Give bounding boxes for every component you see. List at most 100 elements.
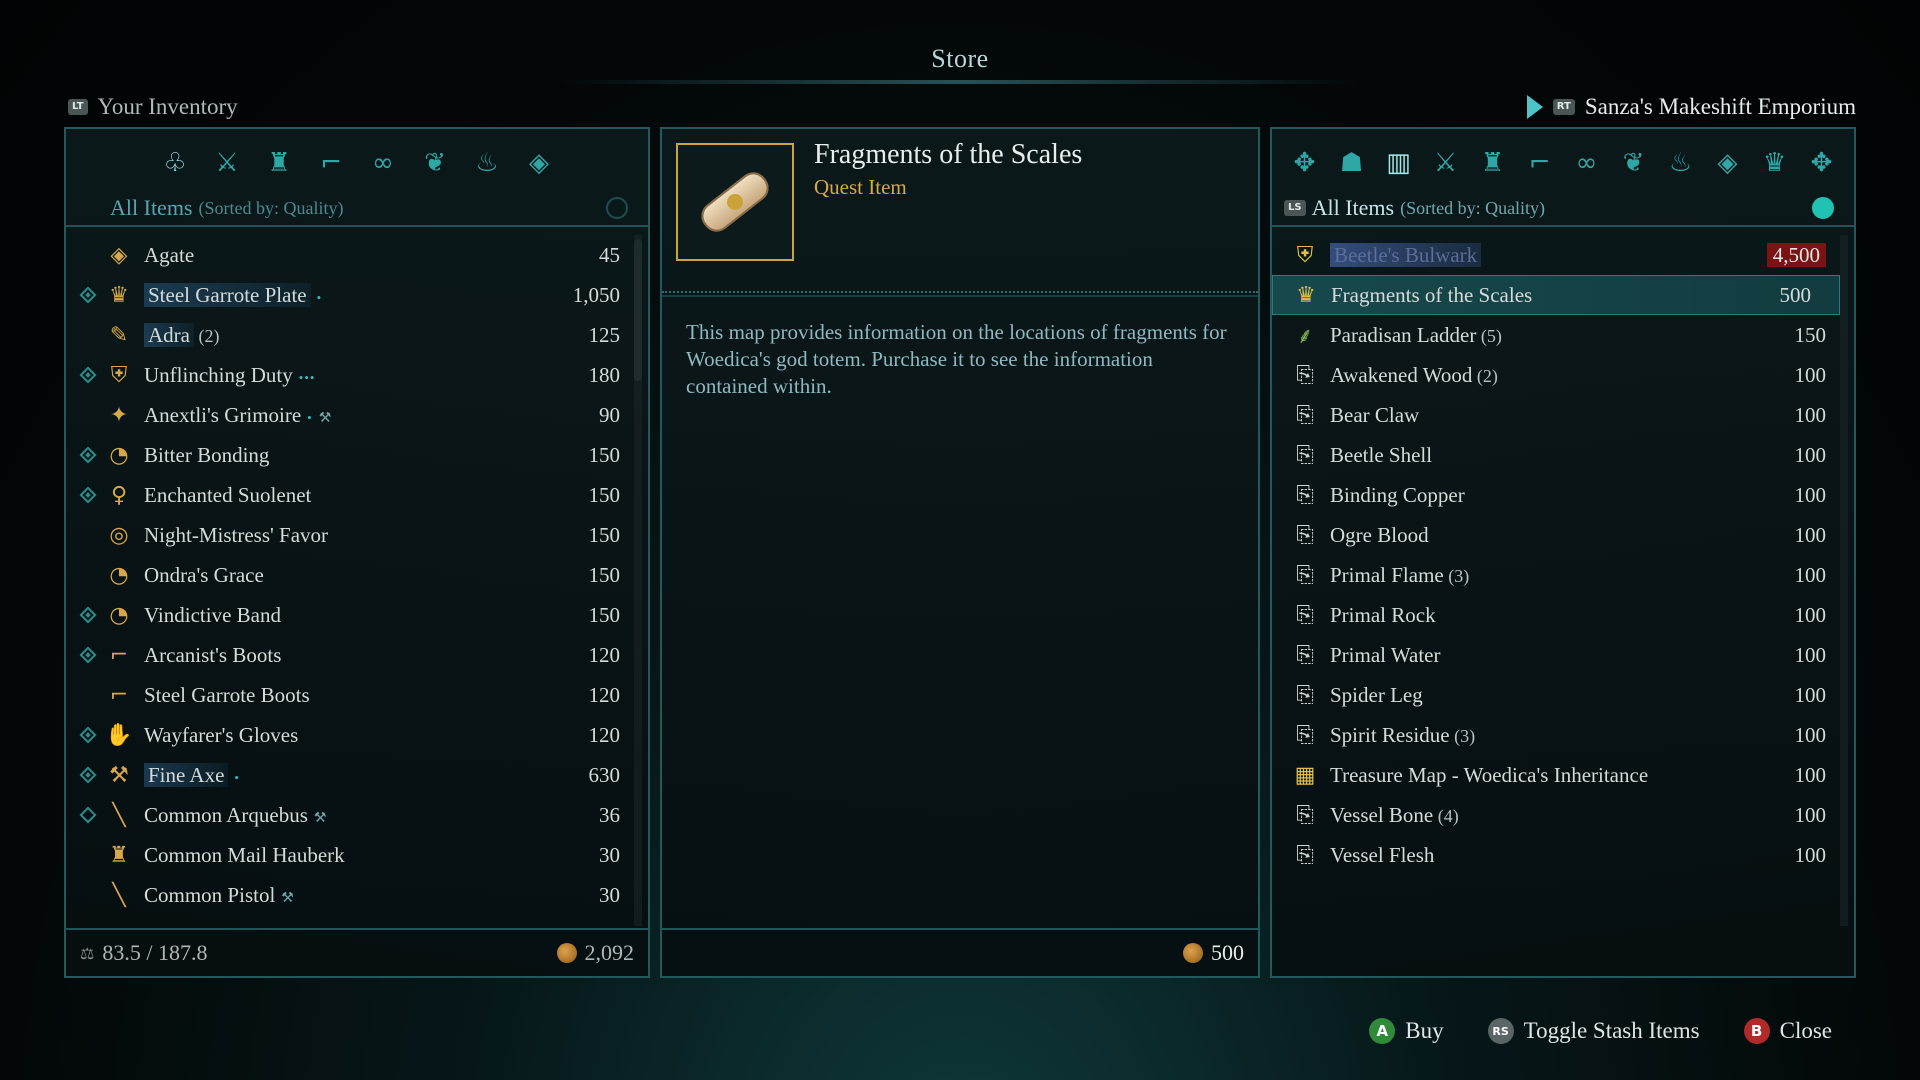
item-price-value: 30 bbox=[599, 882, 620, 907]
buy-action[interactable]: A Buy bbox=[1369, 1018, 1444, 1044]
chest-icon[interactable]: ▥ bbox=[1378, 145, 1420, 181]
vendor-item-row[interactable]: ⎘ Ogre Blood 100 bbox=[1272, 515, 1854, 555]
lt-button-hint[interactable]: LT bbox=[68, 99, 88, 115]
item-price: 630 bbox=[538, 763, 648, 788]
item-icon: ╲ bbox=[112, 802, 126, 828]
ingredients-icon[interactable]: ❦ bbox=[415, 145, 455, 181]
enchantment-pips: • bbox=[307, 409, 313, 425]
favorite-diamond-icon bbox=[79, 366, 97, 384]
scroll-icon bbox=[695, 166, 775, 238]
pouch-icon[interactable]: ♧ bbox=[155, 145, 195, 181]
vendor-item-row[interactable]: ⎘ Binding Copper 100 bbox=[1272, 475, 1854, 515]
inventory-item-row[interactable]: ⌐ Steel Garrote Boots 120 bbox=[66, 675, 648, 715]
weapons-icon[interactable]: ⚔ bbox=[207, 145, 247, 181]
gun-tag-icon: ⚒ bbox=[318, 410, 332, 426]
ingredients-icon[interactable]: ❦ bbox=[1613, 145, 1655, 181]
item-price: 150 bbox=[1744, 323, 1854, 348]
vendor-item-row[interactable]: ⎘ Beetle Shell 100 bbox=[1272, 435, 1854, 475]
gem-icon[interactable]: ◈ bbox=[519, 145, 559, 181]
item-price-value: 125 bbox=[588, 322, 621, 347]
inventory-filter[interactable]: All Items (Sorted by: Quality) bbox=[110, 191, 628, 225]
item-icon: ◔ bbox=[109, 562, 129, 588]
inventory-item-row[interactable]: ✋ Wayfarer's Gloves 120 bbox=[66, 715, 648, 755]
item-icon: ⌐ bbox=[109, 682, 129, 708]
item-label: Unflinching Duty bbox=[144, 362, 293, 387]
vendor-item-row[interactable]: ⎘ Primal Flame (3) 100 bbox=[1272, 555, 1854, 595]
rt-button-hint[interactable]: RT bbox=[1552, 99, 1575, 115]
next-icon[interactable]: ✥ bbox=[1801, 145, 1843, 181]
item-name: Spirit Residue (3) bbox=[1330, 723, 1744, 748]
inventory-item-row[interactable]: ◈ Agate 45 bbox=[66, 235, 648, 275]
item-price: 100 bbox=[1744, 443, 1854, 468]
inventory-item-row[interactable]: ✦ Anextli's Grimoire • ⚒ 90 bbox=[66, 395, 648, 435]
item-price-value: 1,050 bbox=[572, 282, 620, 307]
vendor-item-row[interactable]: ⎘ Spider Leg 100 bbox=[1272, 675, 1854, 715]
inventory-filter-toggle-icon[interactable] bbox=[606, 197, 628, 219]
inventory-item-row[interactable]: ◔ Ondra's Grace 150 bbox=[66, 555, 648, 595]
item-price: 90 bbox=[538, 403, 648, 428]
inventory-item-row[interactable]: ◔ Vindictive Band 150 bbox=[66, 595, 648, 635]
gem-icon[interactable]: ◈ bbox=[1707, 145, 1749, 181]
inventory-list: ◈ Agate 45 ♛ Steel Garrote Plate • 1,050 ✎ Adra … bbox=[66, 235, 648, 926]
item-label: Treasure Map - Woedica's Inheritance bbox=[1330, 762, 1649, 787]
inventory-item-row[interactable]: ⌐ Arcanist's Boots 120 bbox=[66, 635, 648, 675]
ls-button-hint[interactable]: LS bbox=[1284, 200, 1306, 216]
vendor-item-row[interactable]: ⎘ Vessel Bone (4) 100 bbox=[1272, 795, 1854, 835]
inventory-item-row[interactable]: ♀ Enchanted Suolenet 150 bbox=[66, 475, 648, 515]
close-label: Close bbox=[1779, 1018, 1832, 1043]
vendor-item-row[interactable]: ⎘ Primal Water 100 bbox=[1272, 635, 1854, 675]
vendor-item-row[interactable]: ⎘ Vessel Flesh 100 bbox=[1272, 835, 1854, 875]
lamp-icon[interactable]: ♨ bbox=[467, 145, 507, 181]
boots-icon[interactable]: ⌐ bbox=[1519, 145, 1561, 181]
item-label: Agate bbox=[144, 242, 195, 267]
item-name: Primal Water bbox=[1330, 643, 1744, 668]
item-icon: ╲ bbox=[112, 882, 126, 908]
item-label: Arcanist's Boots bbox=[144, 642, 282, 667]
inventory-item-row[interactable]: ╲ Common Arquebus ⚒ 36 bbox=[66, 795, 648, 835]
boots-icon[interactable]: ⌐ bbox=[311, 145, 351, 181]
armor-icon[interactable]: ♜ bbox=[1472, 145, 1514, 181]
crown-icon[interactable]: ♛ bbox=[1754, 145, 1796, 181]
vendor-filter[interactable]: LS All Items (Sorted by: Quality) bbox=[1284, 191, 1834, 225]
item-price: 100 bbox=[1744, 483, 1854, 508]
weapons-icon[interactable]: ⚔ bbox=[1425, 145, 1467, 181]
vendor-item-row[interactable]: ⎘ Spirit Residue (3) 100 bbox=[1272, 715, 1854, 755]
vendor-item-row[interactable]: ⸙ Paradisan Ladder (5) 150 bbox=[1272, 315, 1854, 355]
inventory-item-row[interactable]: ♛ Steel Garrote Plate • 1,050 bbox=[66, 275, 648, 315]
toggle-stash-action[interactable]: RS Toggle Stash Items bbox=[1487, 1018, 1700, 1044]
vendor-item-row[interactable]: ⎘ Primal Rock 100 bbox=[1272, 595, 1854, 635]
item-price-value: 500 bbox=[1779, 282, 1812, 307]
inventory-item-row[interactable]: ⚒ Fine Axe • 630 bbox=[66, 755, 648, 795]
pin-slot bbox=[74, 726, 102, 744]
vendor-item-row[interactable]: ⎘ Awakened Wood (2) 100 bbox=[1272, 355, 1854, 395]
lamp-icon[interactable]: ♨ bbox=[1660, 145, 1702, 181]
inventory-item-row[interactable]: ♜ Common Mail Hauberk 30 bbox=[66, 835, 648, 875]
prev-icon[interactable]: ✥ bbox=[1284, 145, 1326, 181]
armor-icon[interactable]: ♜ bbox=[259, 145, 299, 181]
inventory-item-row[interactable]: ╲ Common Pistol ⚒ 30 bbox=[66, 875, 648, 915]
inventory-item-row[interactable]: ✎ Adra (2) 125 bbox=[66, 315, 648, 355]
item-name: Ondra's Grace bbox=[144, 563, 538, 588]
helmet-icon[interactable]: ☗ bbox=[1331, 145, 1373, 181]
vendor-item-row[interactable]: ▦ Treasure Map - Woedica's Inheritance 100 bbox=[1272, 755, 1854, 795]
trinkets-icon[interactable]: ∞ bbox=[363, 145, 403, 181]
item-price: 150 bbox=[538, 523, 648, 548]
vendor-filter-toggle-icon[interactable] bbox=[1812, 197, 1834, 219]
vendor-item-row[interactable]: ⎘ Bear Claw 100 bbox=[1272, 395, 1854, 435]
trinkets-icon[interactable]: ∞ bbox=[1566, 145, 1608, 181]
item-price: 100 bbox=[1744, 563, 1854, 588]
item-price-value: 120 bbox=[588, 682, 621, 707]
close-action[interactable]: B Close bbox=[1743, 1018, 1832, 1044]
item-price-value: 90 bbox=[599, 402, 620, 427]
player-gold: 2,092 bbox=[584, 940, 635, 965]
item-icon: ⌐ bbox=[109, 642, 129, 668]
item-price-value: 100 bbox=[1794, 442, 1827, 467]
inventory-item-row[interactable]: ⛨ Unflinching Duty ••• 180 bbox=[66, 355, 648, 395]
item-count: (3) bbox=[1449, 725, 1476, 746]
vendor-item-row[interactable]: ♛ Fragments of the Scales 500 bbox=[1272, 275, 1840, 315]
inventory-item-row[interactable]: ◔ Bitter Bonding 150 bbox=[66, 435, 648, 475]
vendor-item-row[interactable]: ⛨ Beetle's Bulwark 4,500 bbox=[1272, 235, 1854, 275]
inventory-item-row[interactable]: ◎ Night-Mistress' Favor 150 bbox=[66, 515, 648, 555]
item-label: Vindictive Band bbox=[144, 602, 281, 627]
item-name: Treasure Map - Woedica's Inheritance bbox=[1330, 763, 1744, 788]
